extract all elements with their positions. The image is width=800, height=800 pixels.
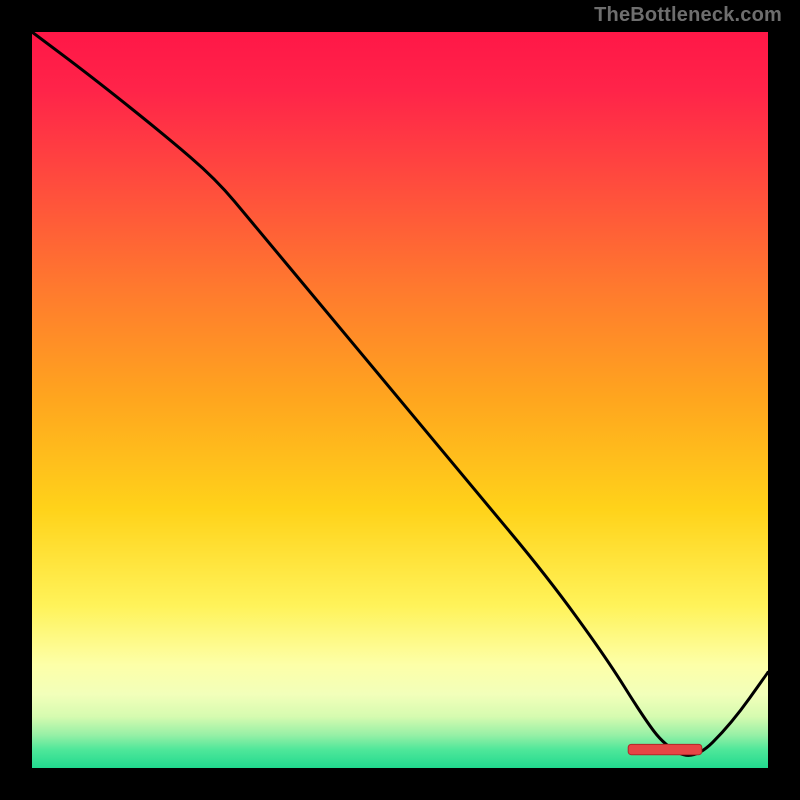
optimal-range-marker xyxy=(628,744,702,754)
chart-frame: TheBottleneck.com xyxy=(0,0,800,800)
plot-area xyxy=(32,32,768,768)
plot-svg xyxy=(32,32,768,768)
attribution-label: TheBottleneck.com xyxy=(594,4,782,27)
